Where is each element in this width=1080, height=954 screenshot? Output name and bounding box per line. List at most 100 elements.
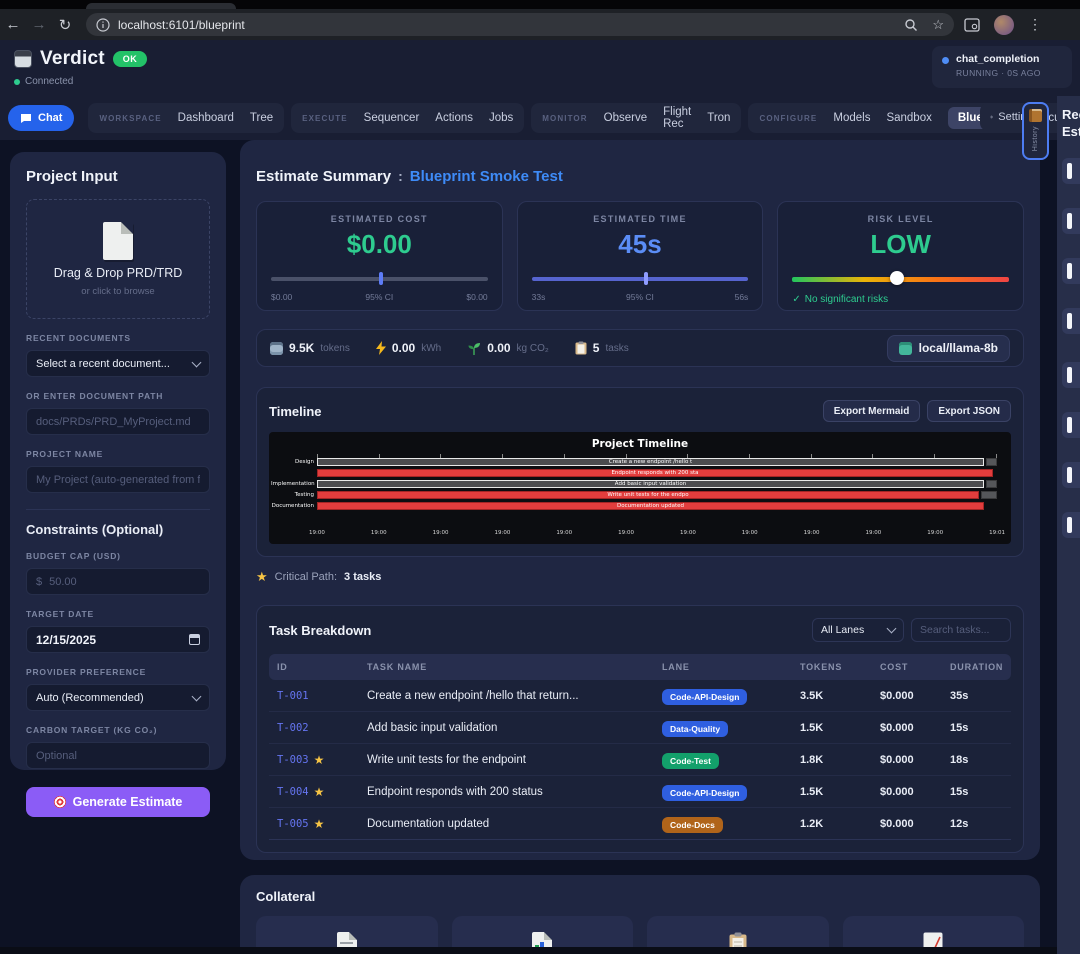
url-bar[interactable]: localhost:6101/blueprint ☆ (86, 13, 954, 36)
project-name-input[interactable]: My Project (auto-generated from filename… (26, 466, 210, 493)
nav-group-label: CONFIGURE (759, 114, 817, 123)
back-icon[interactable]: ← (0, 16, 26, 33)
model-badge[interactable]: local/llama-8b (887, 335, 1010, 362)
nav-item-actions[interactable]: Actions (435, 112, 473, 124)
book-icon (1029, 109, 1042, 122)
target-date-input[interactable]: 12/15/2025 (26, 626, 210, 653)
divider (26, 509, 210, 510)
nav-group-label: MONITOR (542, 114, 587, 123)
gantt-chart: Project Timeline Design Implementation T… (269, 432, 1011, 544)
nav-item-jobs[interactable]: Jobs (489, 112, 513, 124)
history-item[interactable] (1062, 208, 1080, 234)
job-status-card[interactable]: chat_completion RUNNING · 0S AGO (932, 46, 1072, 88)
history-tab[interactable]: History (1022, 102, 1049, 160)
panel-title: Project Input (26, 168, 210, 185)
table-row[interactable]: T-003★ Write unit tests for the endpoint… (269, 744, 1011, 776)
gantt-bar[interactable]: Endpoint responds with 200 sta (317, 469, 993, 477)
generate-estimate-button[interactable]: Generate Estimate (26, 787, 210, 817)
nav-item-models[interactable]: Models (833, 112, 870, 124)
chevron-down-icon (887, 624, 897, 634)
export-mermaid-button[interactable]: Export Mermaid (823, 400, 921, 422)
bookmark-star-icon[interactable]: ☆ (932, 17, 944, 33)
gantt-bar[interactable]: Write unit tests for the endpo (317, 491, 979, 499)
history-item[interactable] (1062, 308, 1080, 334)
abacus-icon (270, 342, 283, 355)
search-icon[interactable] (904, 18, 918, 32)
history-item[interactable] (1062, 512, 1080, 538)
gantt-bar[interactable]: Documentation updated (317, 502, 984, 510)
lane-filter-select[interactable]: All Lanes (812, 618, 904, 642)
risk-value: LOW (792, 229, 1009, 260)
lane-label: Implementation (271, 481, 314, 487)
nav-item-sequencer[interactable]: Sequencer (364, 112, 420, 124)
lane-label: Documentation (271, 503, 314, 509)
ci-max: 56s (735, 292, 749, 302)
nav-item-flight-rec[interactable]: Flight Rec (663, 106, 691, 130)
gantt-bar[interactable]: Create a new endpoint /hello t (317, 458, 984, 466)
history-item[interactable] (1062, 158, 1080, 184)
nav-item-tron[interactable]: Tron (707, 112, 730, 124)
target-icon (54, 796, 66, 808)
job-name: chat_completion (956, 53, 1041, 65)
site-info-icon[interactable] (96, 18, 110, 32)
history-item[interactable] (1062, 412, 1080, 438)
provider-preference-label: PROVIDER PREFERENCE (26, 667, 210, 677)
history-item[interactable] (1062, 258, 1080, 284)
bottom-band (0, 947, 1057, 954)
nav-item-sandbox[interactable]: Sandbox (886, 112, 931, 124)
lane-badge: Code-Docs (662, 817, 723, 833)
tasks-stat: 5 tasks (575, 341, 629, 355)
metric-label: ESTIMATED COST (271, 214, 488, 224)
lightning-icon (376, 341, 386, 355)
search-tasks-input[interactable]: Search tasks... (911, 618, 1011, 642)
table-row[interactable]: T-001 Create a new endpoint /hello that … (269, 680, 1011, 712)
table-row[interactable]: T-005★ Documentation updated Code-Docs 1… (269, 808, 1011, 840)
table-row[interactable]: T-002 Add basic input validation Data-Qu… (269, 712, 1011, 744)
document-path-label: OR ENTER DOCUMENT PATH (26, 391, 210, 401)
task-breakdown-title: Task Breakdown (269, 623, 371, 638)
file-dropzone[interactable]: Drag & Drop PRD/TRD or click to browse (26, 199, 210, 319)
chart-x-ticks: 19:0019:0019:0019:0019:0019:0019:0019:00… (309, 530, 1005, 536)
energy-stat: 0.00 kWh (376, 341, 441, 355)
nav-group-label: EXECUTE (302, 114, 348, 123)
provider-preference-select[interactable]: Auto (Recommended) (26, 684, 210, 711)
url-text[interactable]: localhost:6101/blueprint (118, 18, 890, 32)
star-icon: ★ (256, 569, 268, 585)
time-value: 45s (532, 229, 749, 260)
export-json-button[interactable]: Export JSON (927, 400, 1011, 422)
reload-icon[interactable]: ↻ (52, 16, 78, 34)
slider-thumb (379, 272, 383, 285)
estimate-summary-panel: Estimate Summary : Blueprint Smoke Test … (240, 140, 1040, 860)
chat-button[interactable]: Chat (8, 105, 74, 131)
tab-search-icon[interactable] (964, 18, 980, 32)
browser-menu-icon[interactable]: ⋮ (1028, 16, 1042, 33)
nav-item-dashboard[interactable]: Dashboard (178, 112, 234, 124)
currency-prefix: $ (36, 576, 42, 588)
drawer-title: Recent Estimates (1062, 106, 1080, 140)
carbon-target-input[interactable]: Optional (26, 742, 210, 769)
target-date-label: TARGET DATE (26, 609, 210, 619)
browser-toolbar: ← → ↻ localhost:6101/blueprint ☆ ⋮ (0, 9, 1080, 40)
nav-group-label: WORKSPACE (99, 114, 161, 123)
metric-label: RISK LEVEL (792, 214, 1009, 224)
nav-item-tree[interactable]: Tree (250, 112, 273, 124)
history-item[interactable] (1062, 362, 1080, 388)
history-item[interactable] (1062, 462, 1080, 488)
main-nav: Chat WORKSPACE Dashboard Tree EXECUTE Se… (0, 96, 1080, 140)
gantt-bar[interactable]: Add basic input validation (317, 480, 984, 488)
nav-item-observe[interactable]: Observe (604, 112, 647, 124)
avatar[interactable] (994, 15, 1014, 35)
recent-documents-label: RECENT DOCUMENTS (26, 333, 210, 343)
document-path-input[interactable]: docs/PRDs/PRD_MyProject.md (26, 408, 210, 435)
forward-icon[interactable]: → (26, 16, 52, 33)
app-header: Verdict OK Connected chat_completion RUN… (0, 40, 1080, 96)
nav-group-workspace: WORKSPACE Dashboard Tree (88, 103, 284, 133)
table-row[interactable]: T-004★ Endpoint responds with 200 status… (269, 776, 1011, 808)
lane-label: Design (271, 459, 314, 465)
budget-cap-input[interactable]: $ 50.00 (26, 568, 210, 595)
app-logo-icon (14, 50, 32, 68)
calendar-icon[interactable] (189, 634, 200, 645)
recent-documents-select[interactable]: Select a recent document... (26, 350, 210, 377)
connection-status: Connected (25, 76, 73, 87)
slider-thumb (644, 272, 648, 285)
